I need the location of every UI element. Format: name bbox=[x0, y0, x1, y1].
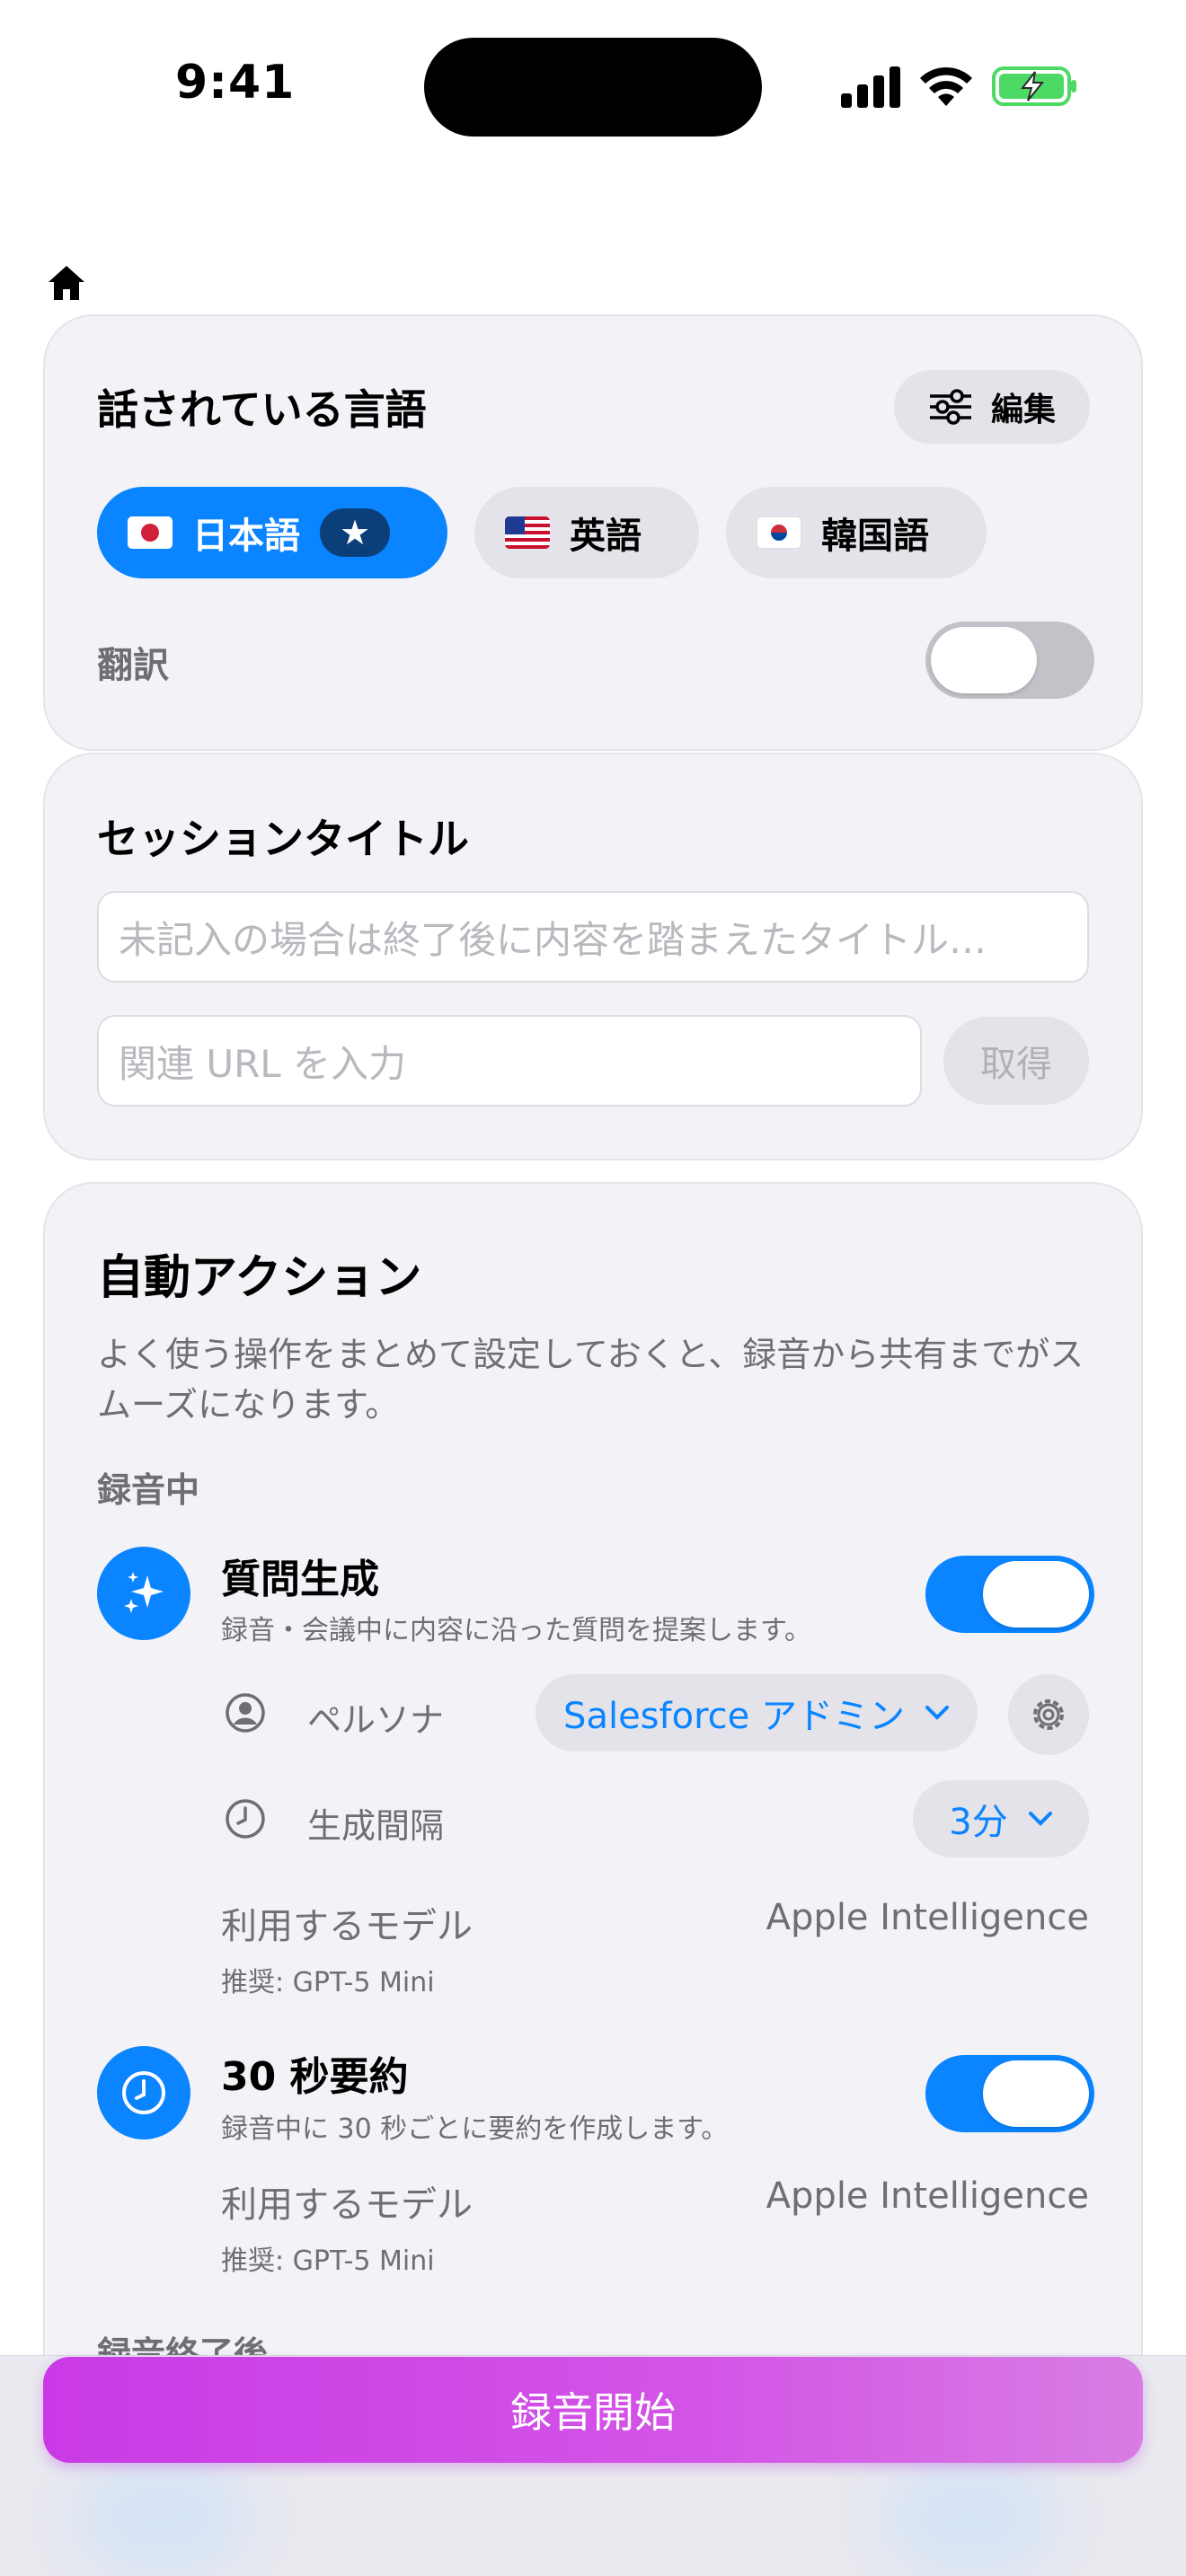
auto-actions-title: 自動アクション bbox=[97, 1251, 422, 1305]
session-title-input[interactable]: 未記入の場合は終了後に内容を踏まえたタイトル… bbox=[97, 891, 1089, 983]
person-circle-icon bbox=[226, 1693, 265, 1733]
home-icon[interactable] bbox=[47, 264, 86, 302]
status-time: 9:41 bbox=[175, 56, 296, 110]
wifi-icon bbox=[920, 66, 972, 106]
question-model-label: 利用するモデル bbox=[221, 1906, 473, 1947]
start-recording-button[interactable]: 録音開始 bbox=[43, 2357, 1143, 2463]
clock-icon bbox=[97, 2046, 190, 2139]
auto-actions-description: よく使う操作をまとめて設定しておくと、録音から共有までがスムーズになります。 bbox=[97, 1335, 1084, 1425]
gear-icon bbox=[1033, 1699, 1064, 1730]
language-chip-label: 日本語 bbox=[192, 516, 300, 557]
language-chip-label: 英語 bbox=[570, 516, 642, 557]
japan-flag-icon bbox=[128, 516, 173, 549]
persona-value: Salesforce アドミン bbox=[563, 1696, 905, 1737]
language-chip-label: 韓国語 bbox=[821, 516, 929, 557]
translate-label: 翻訳 bbox=[97, 645, 169, 686]
interval-dropdown[interactable]: 3分 bbox=[913, 1780, 1089, 1857]
persona-label: ペルソナ bbox=[307, 1700, 445, 1740]
interval-label: 生成間隔 bbox=[307, 1806, 445, 1846]
edit-label: 編集 bbox=[990, 392, 1056, 428]
fetch-button[interactable]: 取得 bbox=[943, 1017, 1089, 1105]
question-model-value[interactable]: Apple Intelligence bbox=[683, 1897, 1089, 1938]
us-flag-icon bbox=[505, 516, 550, 549]
summary-model-recommended: 推奨: GPT-5 Mini bbox=[221, 2245, 435, 2277]
sparkles-icon bbox=[97, 1547, 190, 1640]
summary-model-label: 利用するモデル bbox=[221, 2184, 473, 2226]
korea-flag-icon bbox=[757, 516, 801, 549]
persona-settings-button[interactable] bbox=[1008, 1674, 1089, 1755]
interval-value: 3分 bbox=[949, 1802, 1008, 1843]
question-model-recommended: 推奨: GPT-5 Mini bbox=[221, 1967, 435, 1998]
summary-toggle[interactable] bbox=[925, 2055, 1094, 2132]
related-url-input[interactable]: 関連 URL を入力 bbox=[97, 1015, 922, 1107]
summary-subtitle: 録音中に 30 秒ごとに要約を作成します。 bbox=[221, 2113, 729, 2145]
clock-icon bbox=[226, 1799, 265, 1839]
translate-toggle[interactable] bbox=[925, 622, 1094, 699]
question-generation-title: 質問生成 bbox=[221, 1557, 379, 1602]
summary-model-value[interactable]: Apple Intelligence bbox=[683, 2175, 1089, 2217]
question-generation-toggle[interactable] bbox=[925, 1556, 1094, 1633]
session-title-heading: セッションタイトル bbox=[97, 815, 469, 863]
cellular-signal-icon bbox=[841, 66, 900, 108]
persona-dropdown[interactable]: Salesforce アドミン bbox=[535, 1674, 978, 1751]
chevron-down-icon bbox=[925, 1706, 949, 1720]
language-chip-japanese[interactable]: 日本語 ★ bbox=[97, 487, 447, 578]
sliders-icon bbox=[929, 389, 971, 425]
language-chip-korean[interactable]: 韓国語 bbox=[726, 487, 987, 578]
star-icon: ★ bbox=[320, 508, 390, 557]
section-recording: 録音中 bbox=[97, 1470, 200, 1510]
language-chip-english[interactable]: 英語 bbox=[474, 487, 699, 578]
battery-charging-icon bbox=[992, 66, 1076, 106]
dynamic-island bbox=[424, 38, 762, 137]
chevron-down-icon bbox=[1028, 1812, 1052, 1826]
question-generation-subtitle: 録音・会議中に内容に沿った質問を提案します。 bbox=[221, 1615, 811, 1646]
edit-languages-button[interactable]: 編集 bbox=[894, 370, 1090, 444]
summary-title: 30 秒要約 bbox=[221, 2054, 409, 2100]
languages-title: 話されている言語 bbox=[97, 385, 427, 434]
